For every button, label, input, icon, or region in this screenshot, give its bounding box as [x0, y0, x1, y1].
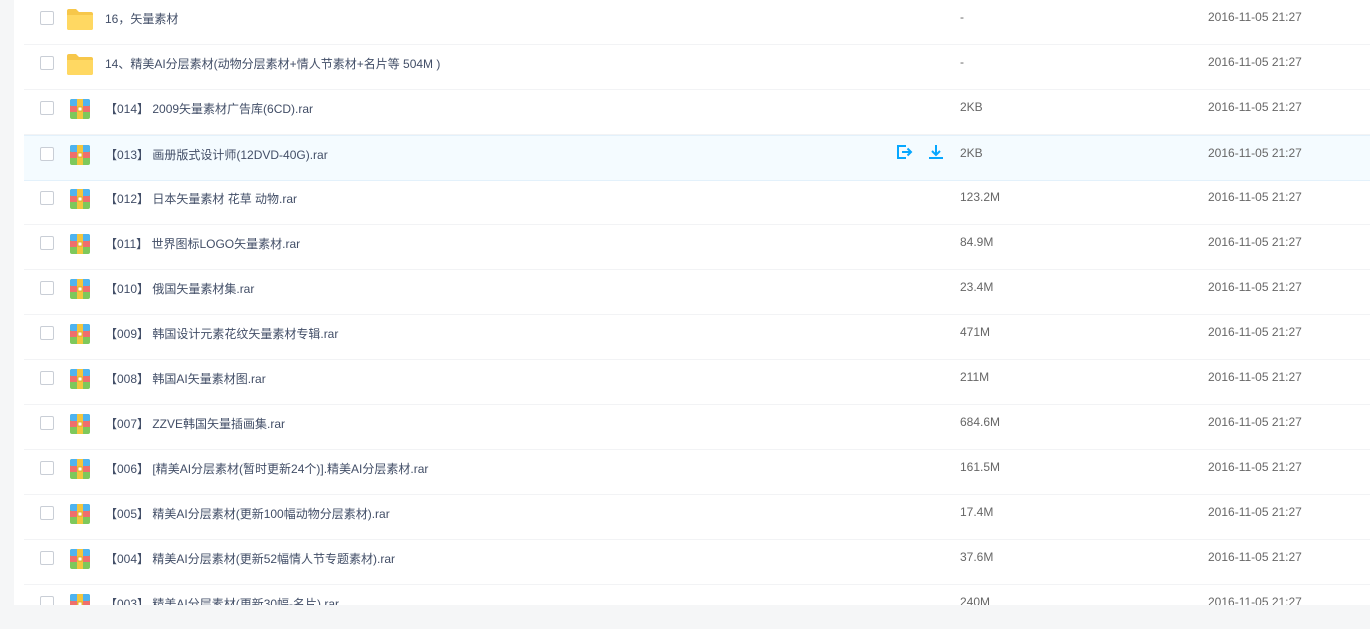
file-size: 211M [960, 370, 990, 384]
file-name-link[interactable]: 【006】 [精美AI分层素材(暂时更新24个)].精美AI分层素材.rar [105, 460, 428, 477]
file-size: 23.4M [960, 280, 994, 294]
rar-archive-icon [66, 547, 94, 571]
rar-archive-icon [66, 97, 94, 121]
file-size: 37.6M [960, 550, 994, 564]
file-row[interactable]: 【010】 俄国矢量素材集.rar 23.4M 2016-11-05 21:27 [24, 270, 1370, 315]
file-name-link[interactable]: 16，矢量素材 [105, 10, 178, 27]
file-size: 2KB [960, 146, 983, 160]
file-row[interactable]: 【011】 世界图标LOGO矢量素材.rar 84.9M 2016-11-05 21… [24, 225, 1370, 270]
rar-archive-icon [66, 143, 94, 167]
rar-archive-icon [66, 232, 94, 256]
file-row[interactable]: 【012】 日本矢量素材 花草 动物.rar 123.2M 2016-11-05 2… [24, 180, 1370, 225]
file-list: 16，矢量素材 -2016-11-05 21:27 14、精美AI分层素材(动物分层… [14, 0, 1370, 605]
modified-date: 2016-11-05 21:27 [1208, 370, 1302, 384]
modified-date: 2016-11-05 21:27 [1208, 235, 1302, 249]
file-name-link[interactable]: 【007】 ZZVE韩国矢量插画集.rar [105, 415, 285, 432]
row-checkbox[interactable] [40, 461, 54, 475]
row-checkbox[interactable] [40, 147, 54, 161]
modified-date: 2016-11-05 21:27 [1208, 550, 1302, 564]
row-checkbox[interactable] [40, 236, 54, 250]
modified-date: 2016-11-05 21:27 [1208, 505, 1302, 519]
row-checkbox[interactable] [40, 326, 54, 340]
modified-date: 2016-11-05 21:27 [1208, 415, 1302, 429]
file-row[interactable]: 【004】 精美AI分层素材(更新52幅情人节专题素材).rar 37.6M 201… [24, 540, 1370, 585]
file-name-link[interactable]: 【004】 精美AI分层素材(更新52幅情人节专题素材).rar [105, 550, 395, 567]
file-size: - [960, 10, 964, 24]
file-size: 471M [960, 325, 991, 339]
file-name-link[interactable]: 【003】 精美AI分层素材(更新30幅-名片).rar [105, 595, 339, 605]
file-size: 2KB [960, 100, 983, 114]
row-actions [894, 142, 946, 164]
folder-row[interactable]: 16，矢量素材 - 2016-11-05 21:27 [24, 0, 1370, 45]
row-checkbox[interactable] [40, 506, 54, 520]
file-name-link[interactable]: 【011】 世界图标LOGO矢量素材.rar [105, 235, 300, 252]
file-name-link[interactable]: 【008】 韩国AI矢量素材图.rar [105, 370, 266, 387]
file-name-link[interactable]: 【014】 2009矢量素材广告库(6CD).rar [105, 100, 313, 117]
file-size: 84.9M [960, 235, 994, 249]
file-row[interactable]: 【014】 2009矢量素材广告库(6CD).rar 2KB 2016-11-05 … [24, 90, 1370, 135]
row-checkbox[interactable] [40, 101, 54, 115]
folder-icon [66, 52, 94, 76]
file-name-link[interactable]: 【005】 精美AI分层素材(更新100幅动物分层素材).rar [105, 505, 390, 522]
row-checkbox[interactable] [40, 191, 54, 205]
file-name-link[interactable]: 【013】 画册版式设计师(12DVD-40G).rar [105, 146, 328, 163]
row-checkbox[interactable] [40, 371, 54, 385]
row-checkbox[interactable] [40, 551, 54, 565]
file-size: 17.4M [960, 505, 994, 519]
file-row[interactable]: 【007】 ZZVE韩国矢量插画集.rar 684.6M 2016-11-05 21… [24, 405, 1370, 450]
modified-date: 2016-11-05 21:27 [1208, 190, 1302, 204]
modified-date: 2016-11-05 21:27 [1208, 460, 1302, 474]
rar-archive-icon [66, 277, 94, 301]
modified-date: 2016-11-05 21:27 [1208, 595, 1302, 605]
file-row[interactable]: 【003】 精美AI分层素材(更新30幅-名片).rar 240M 2016-11-… [24, 585, 1370, 605]
modified-date: 2016-11-05 21:27 [1208, 325, 1302, 339]
modified-date: 2016-11-05 21:27 [1208, 55, 1302, 69]
file-row[interactable]: 【005】 精美AI分层素材(更新100幅动物分层素材).rar 17.4M 201… [24, 495, 1370, 540]
rar-archive-icon [66, 412, 94, 436]
file-row[interactable]: 【008】 韩国AI矢量素材图.rar 211M 2016-11-05 21:27 [24, 360, 1370, 405]
file-name-link[interactable]: 【012】 日本矢量素材 花草 动物.rar [105, 190, 297, 207]
file-size: 240M [960, 595, 991, 605]
row-checkbox[interactable] [40, 56, 54, 70]
file-name-link[interactable]: 【010】 俄国矢量素材集.rar [105, 280, 254, 297]
file-size: - [960, 55, 964, 69]
folder-icon [66, 7, 94, 31]
modified-date: 2016-11-05 21:27 [1208, 10, 1302, 24]
rar-archive-icon [66, 457, 94, 481]
modified-date: 2016-11-05 21:27 [1208, 146, 1302, 160]
row-checkbox[interactable] [40, 281, 54, 295]
file-name-link[interactable]: 【009】 韩国设计元素花纹矢量素材专辑.rar [105, 325, 338, 342]
modified-date: 2016-11-05 21:27 [1208, 100, 1302, 114]
rar-archive-icon [66, 502, 94, 526]
rar-archive-icon [66, 367, 94, 391]
file-row[interactable]: 【013】 画册版式设计师(12DVD-40G).rar 2KB 2016-11-0… [24, 135, 1370, 181]
modified-date: 2016-11-05 21:27 [1208, 280, 1302, 294]
download-icon[interactable] [926, 142, 946, 162]
file-row[interactable]: 【009】 韩国设计元素花纹矢量素材专辑.rar 471M 2016-11-05 2… [24, 315, 1370, 360]
rar-archive-icon [66, 322, 94, 346]
row-checkbox[interactable] [40, 416, 54, 430]
rar-archive-icon [66, 187, 94, 211]
file-size: 161.5M [960, 460, 1001, 474]
row-checkbox[interactable] [40, 596, 54, 605]
row-checkbox[interactable] [40, 11, 54, 25]
file-name-link[interactable]: 14、精美AI分层素材(动物分层素材+情人节素材+名片等 504M ) [105, 55, 440, 72]
share-icon[interactable] [894, 142, 914, 162]
rar-archive-icon [66, 592, 94, 605]
file-size: 123.2M [960, 190, 1001, 204]
folder-row[interactable]: 14、精美AI分层素材(动物分层素材+情人节素材+名片等 504M ) - 2016… [24, 45, 1370, 90]
file-size: 684.6M [960, 415, 1001, 429]
file-row[interactable]: 【006】 [精美AI分层素材(暂时更新24个)].精美AI分层素材.rar 16… [24, 450, 1370, 495]
